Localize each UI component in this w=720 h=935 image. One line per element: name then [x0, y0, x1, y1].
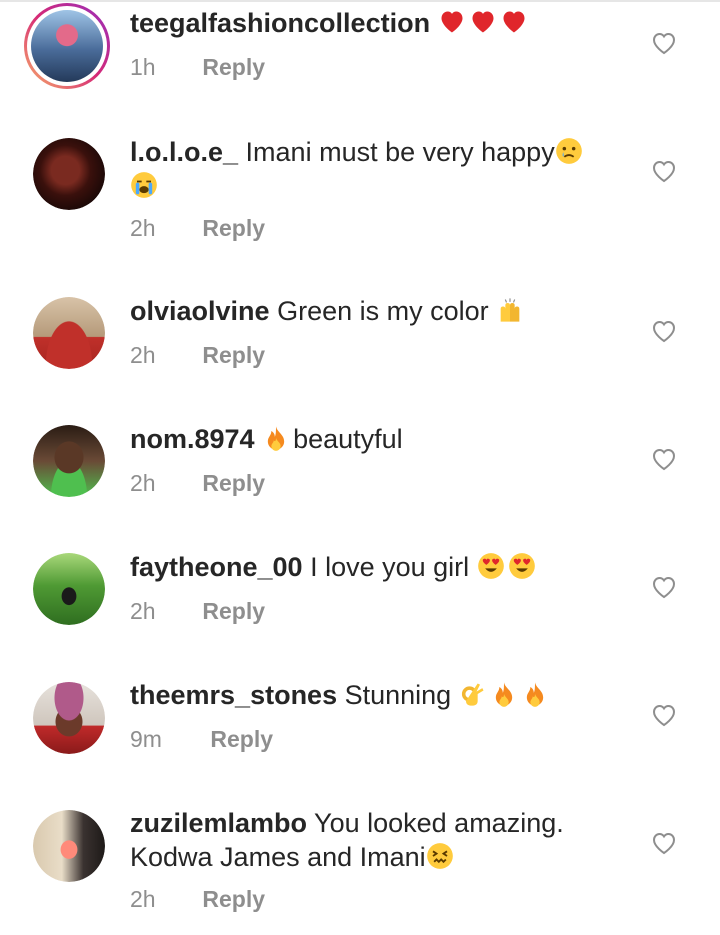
- avatar[interactable]: [33, 425, 105, 497]
- heart-emoji-icon: [503, 11, 525, 33]
- crying-face-emoji-icon: [555, 138, 582, 164]
- avatar[interactable]: [24, 3, 110, 89]
- heart-outline-icon[interactable]: [651, 447, 677, 471]
- comment-text-line2: Kodwa James and Imani: [130, 842, 426, 872]
- heart-outline-icon[interactable]: [651, 703, 677, 727]
- comment-username[interactable]: olviaolvine: [130, 296, 270, 326]
- reply-button[interactable]: Reply: [202, 215, 265, 241]
- avatar[interactable]: [33, 682, 105, 754]
- comment-time: 2h: [130, 215, 156, 241]
- fire-emoji-icon: [495, 682, 512, 707]
- comment-username[interactable]: l.o.l.o.e_: [130, 137, 238, 167]
- heart-outline-icon[interactable]: [651, 831, 677, 855]
- heart-emoji-icon: [441, 11, 463, 33]
- avatar[interactable]: [33, 553, 105, 625]
- reply-button[interactable]: Reply: [202, 470, 265, 496]
- confounded-face-emoji-icon: [426, 843, 453, 869]
- reply-button[interactable]: Reply: [202, 54, 265, 80]
- fire-emoji-icon: [267, 426, 285, 451]
- heart-outline-icon[interactable]: [651, 159, 677, 183]
- reply-button[interactable]: Reply: [202, 342, 265, 368]
- reply-button[interactable]: Reply: [210, 726, 273, 752]
- heart-eyes-emoji-icon: [508, 553, 535, 579]
- comment-time: 2h: [130, 342, 156, 368]
- reply-button[interactable]: Reply: [202, 886, 265, 912]
- top-divider: [0, 0, 720, 2]
- heart-outline-icon[interactable]: [651, 319, 677, 343]
- sobbing-face-emoji-icon: [131, 172, 157, 198]
- comment-text: beautyful: [293, 424, 403, 454]
- heart-outline-icon[interactable]: [651, 31, 677, 55]
- comment-text: I love you girl: [310, 552, 470, 582]
- comment-username[interactable]: teegalfashioncollection: [130, 8, 430, 38]
- comment-username[interactable]: faytheone_00: [130, 552, 303, 582]
- comment-text: You looked amazing.: [314, 808, 564, 838]
- reply-button[interactable]: Reply: [202, 598, 265, 624]
- avatar[interactable]: [33, 297, 105, 369]
- comment-time: 2h: [130, 470, 156, 496]
- ok-hand-emoji-icon: [461, 683, 484, 706]
- comment-time: 1h: [130, 54, 156, 80]
- raised-hands-emoji-icon: [500, 298, 520, 322]
- comment-text: Green is my color: [277, 296, 489, 326]
- comment-username[interactable]: theemrs_stones: [130, 680, 337, 710]
- comment-time: 2h: [130, 886, 156, 912]
- comment-text: Imani must be very happy: [245, 137, 555, 167]
- avatar[interactable]: [33, 810, 105, 882]
- comment-text: Stunning: [344, 680, 452, 710]
- avatar[interactable]: [33, 138, 105, 210]
- comment-time: 2h: [130, 598, 156, 624]
- comment-time: 9m: [130, 726, 162, 752]
- heart-eyes-emoji-icon: [477, 553, 504, 579]
- heart-outline-icon[interactable]: [651, 575, 677, 599]
- heart-emoji-icon: [472, 11, 494, 33]
- comment-username[interactable]: zuzilemlambo: [130, 808, 307, 838]
- comment-username[interactable]: nom.8974: [130, 424, 255, 454]
- fire-emoji-icon: [526, 682, 543, 707]
